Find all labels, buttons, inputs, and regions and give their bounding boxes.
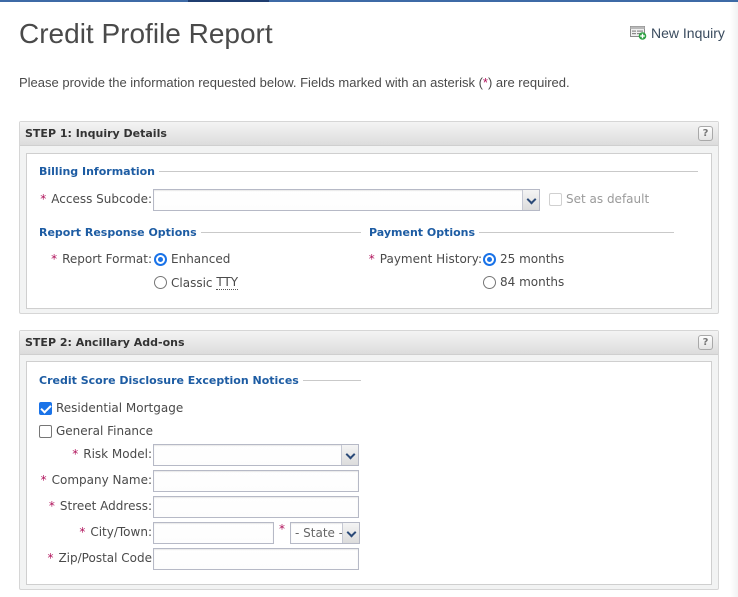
classic-label: Classic (171, 275, 213, 290)
street-address-text: Street Address: (59, 499, 152, 513)
new-inquiry-label: New Inquiry (651, 25, 725, 41)
required-asterisk: * (40, 192, 47, 206)
required-asterisk: * (40, 473, 47, 487)
page-title: Credit Profile Report (19, 18, 273, 49)
new-inquiry-link[interactable]: New Inquiry (630, 25, 725, 41)
required-asterisk: * (72, 447, 79, 461)
street-address-label: * Street Address: (49, 499, 152, 513)
enhanced-label: Enhanced (171, 252, 231, 266)
state-required-asterisk: * (279, 522, 285, 536)
form-add-icon (630, 26, 647, 40)
radio-dot[interactable] (483, 252, 496, 266)
step2-body: Credit Score Disclosure Exception Notice… (26, 361, 712, 585)
payment-history-text: Payment History: (379, 252, 482, 266)
chevron-down-icon[interactable] (341, 445, 358, 465)
zip-postal-code-label: * Zip/Postal Code (47, 551, 152, 565)
set-as-default-checkbox[interactable]: Set as default (549, 192, 649, 206)
notices-legend: Credit Score Disclosure Exception Notice… (39, 374, 303, 387)
access-subcode-label: * Access Subcode: (40, 192, 152, 206)
chevron-down-icon[interactable] (342, 523, 359, 543)
risk-model-text: Risk Model: (83, 447, 152, 461)
report-response-legend: Report Response Options (39, 226, 201, 239)
access-subcode-text: Access Subcode: (51, 192, 152, 206)
help-icon[interactable]: ? (698, 335, 713, 350)
right-edge-shadow (730, 2, 738, 597)
step1-body: Billing Information * Access Subcode: Set… (26, 153, 712, 309)
state-value: - State - (295, 526, 344, 540)
report-format-label: * Report Format: (51, 252, 152, 266)
zip-postal-code-text: Zip/Postal Code (58, 551, 152, 565)
required-asterisk: * (47, 551, 54, 565)
billing-legend: Billing Information (39, 165, 159, 178)
intro-text: Please provide the information requested… (19, 75, 570, 90)
step2-header: STEP 2: Ancillary Add-ons ? (20, 331, 718, 355)
radio-dot[interactable] (154, 276, 167, 289)
report-format-classic-tty-radio[interactable]: Classic TTY (154, 275, 239, 290)
radio-dot[interactable] (483, 275, 496, 289)
required-asterisk: * (279, 522, 285, 536)
checkbox-box[interactable] (549, 192, 562, 206)
company-name-label: * Company Name: (41, 473, 152, 487)
step2-panel: STEP 2: Ancillary Add-ons ? Credit Score… (19, 330, 719, 590)
required-asterisk: * (368, 252, 375, 266)
residential-mortgage-checkbox[interactable]: Residential Mortgage (39, 401, 183, 415)
step1-header: STEP 1: Inquiry Details ? (20, 122, 718, 146)
zip-postal-code-input[interactable] (153, 548, 359, 570)
street-address-input[interactable] (153, 496, 359, 518)
checkbox-box[interactable] (39, 401, 52, 415)
state-select[interactable]: - State - (290, 522, 360, 544)
step1-title: STEP 1: Inquiry Details (25, 127, 167, 140)
top-accent-segment (188, 0, 269, 2)
required-asterisk: * (79, 525, 86, 539)
company-name-text: Company Name: (51, 473, 152, 487)
payment-history-25-radio[interactable]: 25 months (483, 252, 564, 266)
general-finance-checkbox[interactable]: General Finance (39, 424, 153, 438)
step2-title: STEP 2: Ancillary Add-ons (25, 336, 185, 349)
tty-abbreviation: TTY (216, 275, 239, 290)
required-asterisk: * (51, 252, 58, 266)
payment-history-label: * Payment History: (369, 252, 482, 266)
25-months-label: 25 months (500, 252, 565, 266)
top-accent-bar (0, 0, 738, 2)
payment-legend: Payment Options (369, 226, 480, 239)
residential-mortgage-label: Residential Mortgage (56, 401, 184, 415)
access-subcode-select[interactable] (153, 189, 540, 211)
general-finance-label: General Finance (56, 424, 154, 438)
city-town-text: City/Town: (90, 525, 152, 539)
required-asterisk: * (48, 499, 55, 513)
help-icon[interactable]: ? (698, 126, 713, 141)
risk-model-select[interactable] (153, 444, 359, 466)
city-town-label: * City/Town: (79, 525, 152, 539)
company-name-input[interactable] (153, 470, 359, 492)
set-as-default-label: Set as default (566, 192, 650, 206)
chevron-down-icon[interactable] (522, 190, 539, 210)
intro-text-start: Please provide the information requested… (19, 75, 483, 90)
risk-model-label: * Risk Model: (72, 447, 152, 461)
report-format-text: Report Format: (62, 252, 152, 266)
checkbox-box[interactable] (39, 424, 52, 438)
intro-text-end: ) are required. (487, 75, 570, 90)
radio-dot[interactable] (154, 252, 167, 266)
step1-panel: STEP 1: Inquiry Details ? Billing Inform… (19, 121, 719, 314)
84-months-label: 84 months (500, 275, 565, 289)
city-town-input[interactable] (153, 522, 274, 544)
payment-history-84-radio[interactable]: 84 months (483, 275, 564, 289)
report-format-enhanced-radio[interactable]: Enhanced (154, 252, 230, 266)
